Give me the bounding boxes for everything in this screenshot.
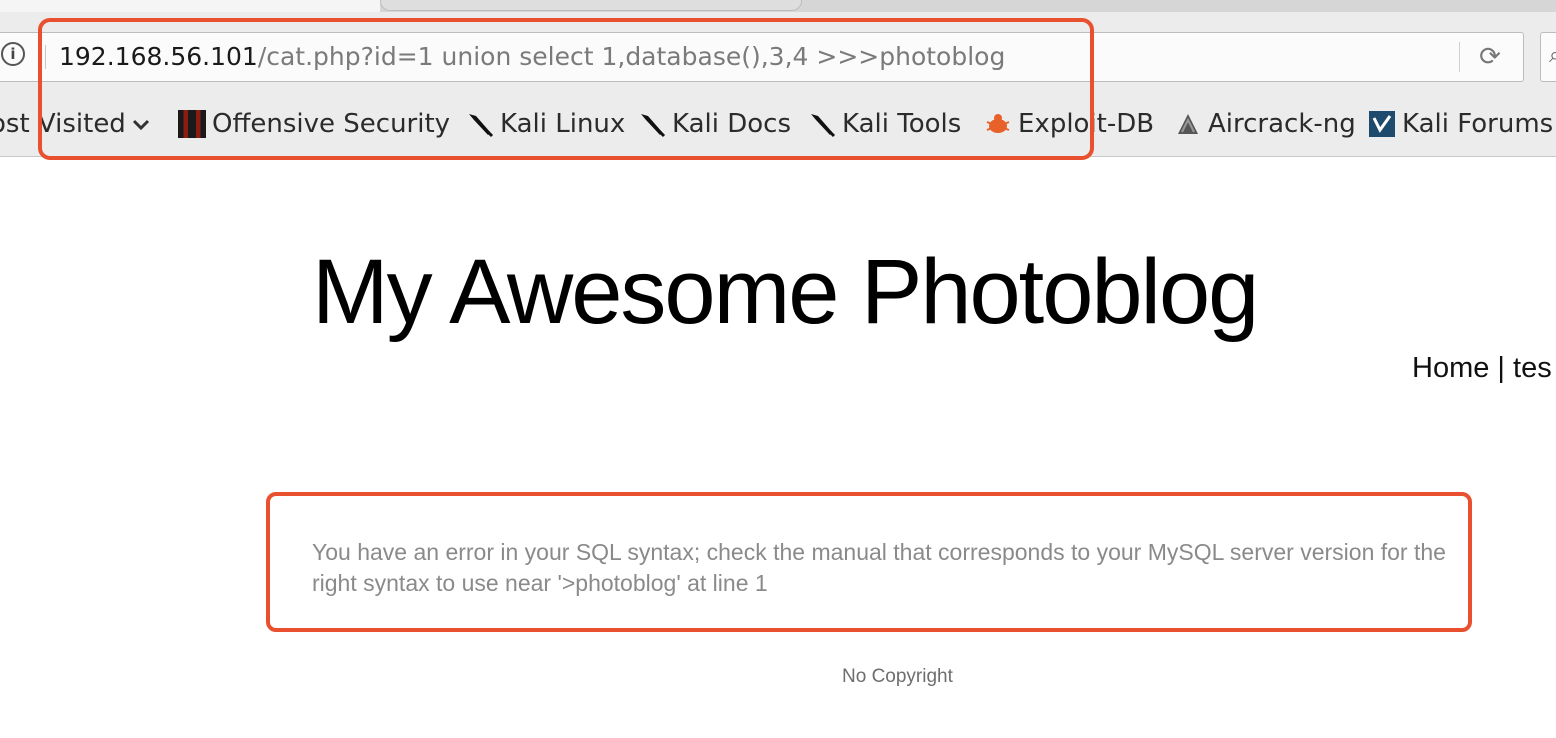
search-box[interactable]: ⌕ bbox=[1540, 32, 1556, 82]
aircrack-icon bbox=[1174, 110, 1202, 138]
nav-next-link[interactable]: tes bbox=[1513, 352, 1552, 384]
site-nav: Home | tes bbox=[1412, 352, 1552, 385]
bookmark-label: Aircrack-ng bbox=[1208, 109, 1356, 139]
footer-copyright: No Copyright bbox=[842, 666, 953, 687]
reload-icon[interactable]: ⟳ bbox=[1473, 39, 1507, 75]
page-title: My Awesome Photoblog bbox=[312, 241, 1259, 343]
highlight-box-address bbox=[38, 18, 1094, 160]
tab-strip bbox=[0, 0, 1556, 13]
nav-separator: | bbox=[1497, 352, 1505, 384]
bookmark-kali-forums[interactable]: Kali Forums bbox=[1368, 104, 1553, 144]
nav-home-link[interactable]: Home bbox=[1412, 352, 1489, 384]
bookmark-aircrack-ng[interactable]: Aircrack-ng bbox=[1174, 104, 1356, 144]
sql-error-message: You have an error in your SQL syntax; ch… bbox=[312, 539, 1446, 596]
bookmark-label: Kali Forums bbox=[1402, 109, 1554, 139]
search-icon: ⌕ bbox=[1549, 43, 1556, 68]
inactive-tab[interactable] bbox=[380, 0, 802, 11]
kali-forums-icon bbox=[1368, 110, 1396, 138]
url-divider bbox=[1459, 42, 1460, 72]
site-info-icon[interactable]: i bbox=[1, 42, 25, 66]
